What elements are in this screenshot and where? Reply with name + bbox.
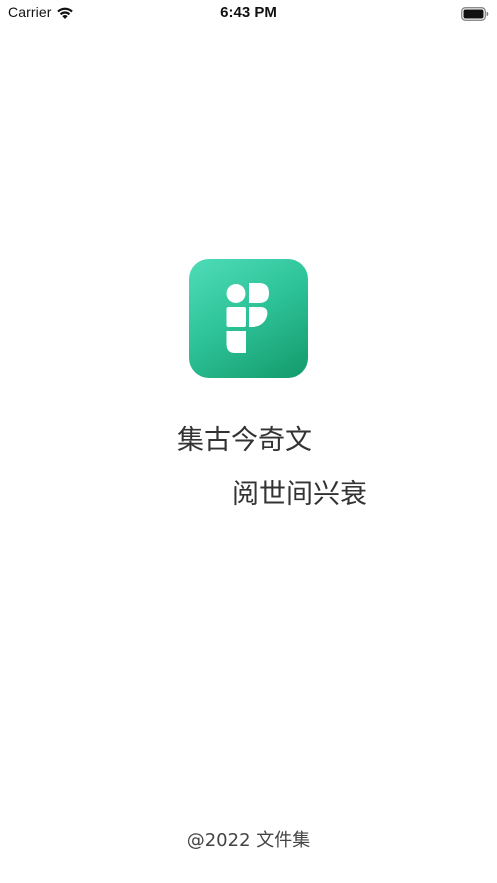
battery-icon <box>461 6 489 21</box>
slogan-line-2: 阅世间兴衰 <box>232 479 367 510</box>
app-logo-icon <box>189 259 308 378</box>
slogan-line-1: 集古今奇文 <box>177 425 312 456</box>
copyright-text: @2022 文件集 <box>186 830 311 851</box>
status-time: 6:43 PM <box>220 4 277 21</box>
status-bar: Carrier 6:43 PM <box>0 0 497 26</box>
